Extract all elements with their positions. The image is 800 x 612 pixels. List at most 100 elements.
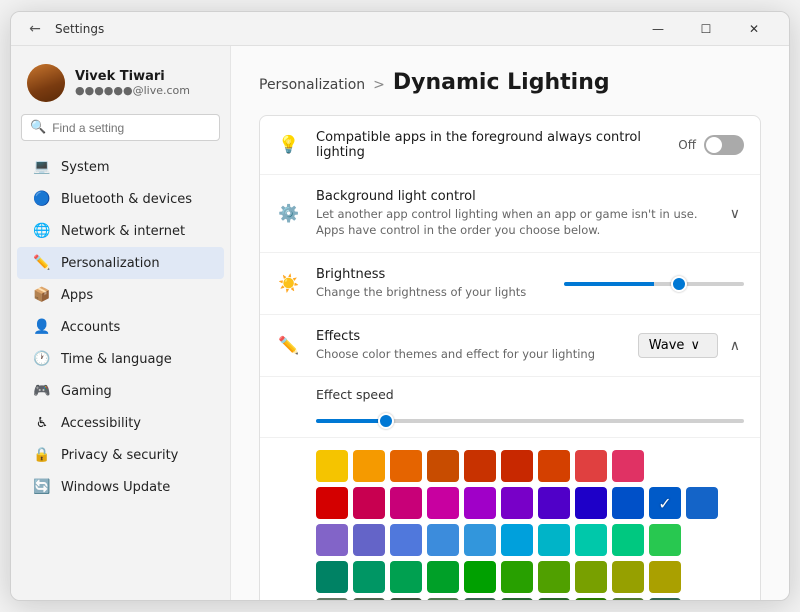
color-swatch[interactable] <box>538 561 570 593</box>
color-swatch[interactable] <box>427 561 459 593</box>
background-light-control: ∨ <box>726 204 744 224</box>
page-title-group: Personalization > Dynamic Lighting <box>259 70 761 95</box>
color-swatch[interactable] <box>316 524 348 556</box>
color-grid <box>260 438 760 600</box>
window-content: Vivek Tiwari ●●●●●●@live.com 🔍 💻 System … <box>11 46 789 600</box>
color-swatch[interactable] <box>575 561 607 593</box>
sidebar-item-accounts[interactable]: 👤 Accounts <box>17 311 224 343</box>
search-box[interactable]: 🔍 <box>21 114 220 141</box>
winupdate-label: Windows Update <box>61 480 170 495</box>
color-swatch[interactable] <box>353 524 385 556</box>
accessibility-icon: ♿ <box>33 414 51 432</box>
color-swatch[interactable] <box>649 561 681 593</box>
color-swatch[interactable] <box>538 487 570 519</box>
effects-control: Wave ∨ ∧ <box>638 333 744 358</box>
sidebar-item-apps[interactable]: 📦 Apps <box>17 279 224 311</box>
color-swatch[interactable] <box>464 487 496 519</box>
color-row <box>316 450 744 482</box>
color-swatch[interactable] <box>501 524 533 556</box>
color-swatch[interactable] <box>464 598 496 600</box>
color-swatch[interactable] <box>427 450 459 482</box>
color-swatch[interactable] <box>390 524 422 556</box>
color-swatch[interactable] <box>612 524 644 556</box>
compatible-apps-text: Compatible apps in the foreground always… <box>316 130 664 160</box>
color-row <box>316 487 744 519</box>
color-swatch[interactable] <box>316 487 348 519</box>
color-swatch[interactable] <box>649 524 681 556</box>
color-swatch[interactable] <box>649 598 681 600</box>
color-row <box>316 598 744 600</box>
gaming-label: Gaming <box>61 384 112 399</box>
brightness-row: ☀️ Brightness Change the brightness of y… <box>260 253 760 315</box>
color-swatch[interactable] <box>390 487 422 519</box>
effect-speed-slider[interactable] <box>316 419 744 423</box>
effects-dropdown[interactable]: Wave ∨ <box>638 333 718 358</box>
sidebar-item-privacy[interactable]: 🔒 Privacy & security <box>17 439 224 471</box>
apps-label: Apps <box>61 288 93 303</box>
color-swatch[interactable] <box>353 450 385 482</box>
effects-row: ✏️ Effects Choose color themes and effec… <box>260 315 760 377</box>
color-swatch[interactable] <box>501 598 533 600</box>
color-swatch[interactable] <box>612 487 644 519</box>
color-swatch[interactable] <box>612 450 644 482</box>
color-swatch[interactable] <box>612 561 644 593</box>
color-swatch[interactable] <box>538 450 570 482</box>
sidebar-item-time[interactable]: 🕐 Time & language <box>17 343 224 375</box>
color-swatch[interactable] <box>538 598 570 600</box>
background-light-chevron[interactable]: ∨ <box>726 204 744 224</box>
back-button[interactable]: ← <box>23 17 47 41</box>
color-swatch[interactable] <box>464 524 496 556</box>
maximize-button[interactable]: ☐ <box>683 12 729 46</box>
color-swatch[interactable] <box>316 598 348 600</box>
close-button[interactable]: ✕ <box>731 12 777 46</box>
sidebar-item-personalization[interactable]: ✏️ Personalization <box>17 247 224 279</box>
color-swatch[interactable] <box>501 487 533 519</box>
titlebar-controls: — ☐ ✕ <box>635 12 777 46</box>
color-swatch[interactable] <box>316 561 348 593</box>
compatible-apps-icon: 💡 <box>276 132 302 158</box>
color-swatch[interactable] <box>538 524 570 556</box>
color-swatch[interactable] <box>649 487 681 519</box>
color-swatch[interactable] <box>464 450 496 482</box>
color-swatch[interactable] <box>390 561 422 593</box>
color-swatch[interactable] <box>575 487 607 519</box>
color-swatch[interactable] <box>612 598 644 600</box>
color-swatch[interactable] <box>390 450 422 482</box>
sidebar-item-bluetooth[interactable]: 🔵 Bluetooth & devices <box>17 183 224 215</box>
user-info: Vivek Tiwari ●●●●●●@live.com <box>75 69 190 97</box>
sidebar-item-gaming[interactable]: 🎮 Gaming <box>17 375 224 407</box>
compatible-apps-toggle[interactable] <box>704 135 744 155</box>
brightness-slider-container <box>564 282 744 286</box>
search-input[interactable] <box>52 121 211 135</box>
color-swatch[interactable] <box>575 598 607 600</box>
color-swatch[interactable] <box>390 598 422 600</box>
minimize-button[interactable]: — <box>635 12 681 46</box>
sidebar-item-winupdate[interactable]: 🔄 Windows Update <box>17 471 224 503</box>
color-swatch[interactable] <box>427 598 459 600</box>
sidebar-item-network[interactable]: 🌐 Network & internet <box>17 215 224 247</box>
color-swatch[interactable] <box>353 561 385 593</box>
effects-desc: Choose color themes and effect for your … <box>316 346 624 362</box>
background-light-desc: Let another app control lighting when an… <box>316 206 712 238</box>
color-swatch[interactable] <box>427 487 459 519</box>
color-swatch[interactable] <box>427 524 459 556</box>
breadcrumb-separator: > <box>373 77 385 93</box>
color-swatch[interactable] <box>686 487 718 519</box>
effects-expand-chevron[interactable]: ∧ <box>726 336 744 356</box>
system-label: System <box>61 160 109 175</box>
sidebar-item-accessibility[interactable]: ♿ Accessibility <box>17 407 224 439</box>
sidebar-item-system[interactable]: 💻 System <box>17 151 224 183</box>
color-swatch[interactable] <box>501 561 533 593</box>
brightness-slider[interactable] <box>564 282 744 286</box>
color-swatch[interactable] <box>353 598 385 600</box>
color-swatch[interactable] <box>316 450 348 482</box>
color-swatch[interactable] <box>464 561 496 593</box>
color-swatch[interactable] <box>501 450 533 482</box>
accounts-label: Accounts <box>61 320 120 335</box>
effects-label: Effects <box>316 329 624 344</box>
color-row <box>316 561 744 593</box>
color-swatch[interactable] <box>575 450 607 482</box>
color-swatch[interactable] <box>575 524 607 556</box>
effect-speed-label: Effect speed <box>316 387 744 402</box>
color-swatch[interactable] <box>353 487 385 519</box>
